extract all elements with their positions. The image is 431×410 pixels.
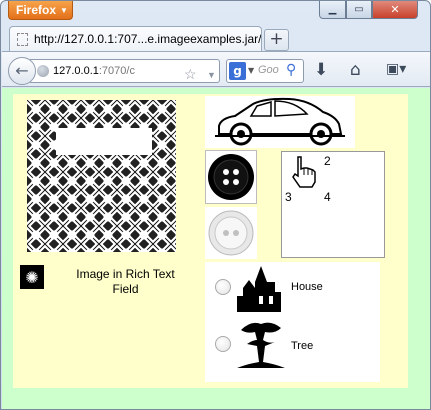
house-icon (237, 266, 281, 312)
rich-text-field[interactable]: Image in Rich Text Field (73, 267, 178, 297)
black-button-icon (208, 154, 254, 200)
minimize-button[interactable]: ▁ (319, 1, 346, 19)
navigation-toolbar: 127.0.0.1:7070/c ☆ ▼ ↻ ← g ▼ Goo ⚲ ⬇ ⌂ ▣… (2, 51, 430, 87)
google-icon[interactable]: g (229, 62, 246, 80)
radio-tree[interactable] (215, 336, 231, 352)
cursor-number-2: 2 (324, 154, 331, 168)
url-host: 127.0.0.1 (53, 65, 99, 77)
cursor-number-4: 4 (324, 190, 331, 204)
page-content: 2 3 4 House Tree ✺ Image in Rich Text Fi… (2, 88, 430, 409)
radio-house[interactable] (215, 279, 231, 295)
firefox-menu-button[interactable]: Firefox ▼ (8, 1, 73, 20)
black-button-image (205, 150, 257, 204)
radio-tree-label: Tree (291, 340, 314, 352)
maximize-button[interactable]: ▭ (346, 1, 372, 19)
back-button[interactable]: ← (8, 57, 36, 85)
cursor-number-3: 3 (285, 190, 292, 204)
browser-window: Firefox ▼ ▁ ▭ ✕ http://127.0.0.1:707...e.… (0, 0, 431, 410)
bookmarks-menu-icon[interactable]: ▣▾ (386, 61, 406, 77)
chevron-down-icon: ▼ (60, 6, 68, 15)
radio-group: House Tree (205, 262, 380, 382)
url-bar[interactable]: 127.0.0.1:7070/c ☆ ▼ ↻ (30, 59, 220, 83)
pattern-blank-area (56, 128, 152, 155)
new-tab-button[interactable]: + (264, 29, 289, 51)
page-icon (17, 33, 28, 46)
chevron-down-icon: ▼ (248, 66, 255, 75)
history-dropdown-icon[interactable]: ▼ (207, 64, 216, 82)
search-placeholder: Goo (258, 64, 279, 76)
url-path: :7070/c (98, 65, 135, 77)
car-icon (215, 97, 345, 146)
download-icon[interactable]: ⬇ (314, 60, 328, 80)
main-panel: 2 3 4 House Tree ✺ Image in Rich Text Fi… (13, 94, 408, 388)
small-snowflake-icon: ✺ (20, 265, 44, 289)
close-button[interactable]: ✕ (372, 1, 418, 19)
tab-active[interactable]: http://127.0.0.1:707...e.imageexamples.j… (9, 26, 262, 52)
firefox-menu-label: Firefox (16, 3, 57, 17)
pattern-image (27, 100, 176, 252)
bookmark-star-icon[interactable]: ☆ (184, 63, 197, 82)
tree-icon (237, 322, 285, 368)
arrow-left-icon: ← (15, 61, 29, 80)
car-image (205, 96, 355, 148)
white-button-image (205, 207, 257, 259)
cursor-image-panel: 2 3 4 (281, 151, 385, 258)
search-icon[interactable]: ⚲ (286, 62, 296, 78)
search-bar[interactable]: g ▼ Goo ⚲ (226, 59, 304, 83)
white-button-icon (208, 210, 254, 256)
tab-title: http://127.0.0.1:707...e.imageexamples.j… (34, 32, 262, 46)
globe-icon (37, 65, 49, 77)
home-icon[interactable]: ⌂ (350, 60, 361, 80)
hand-cursor-icon (292, 156, 316, 188)
radio-house-label: House (291, 281, 323, 293)
